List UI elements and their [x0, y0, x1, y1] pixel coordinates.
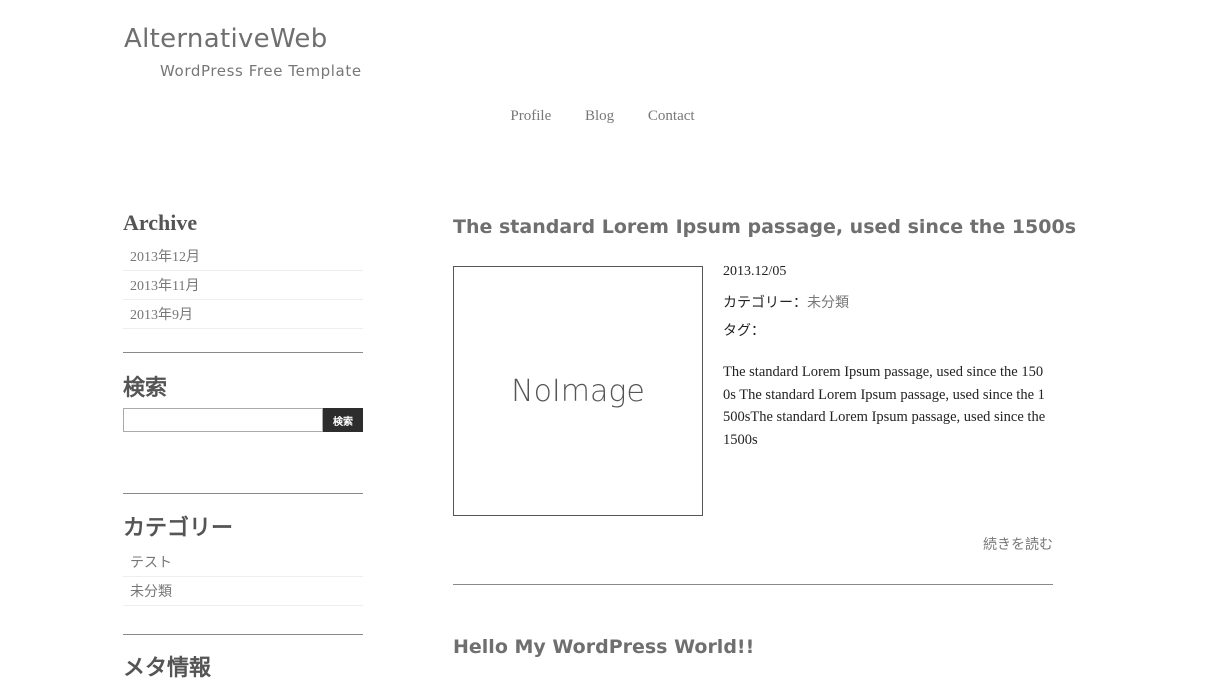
widget-divider: [123, 634, 363, 635]
widget-divider: [123, 493, 363, 494]
archive-item[interactable]: 2013年9月: [123, 300, 363, 329]
post-title[interactable]: Hello My WordPress World!!: [453, 636, 754, 658]
site-description: WordPress Free Template: [160, 62, 362, 80]
category-list: テスト 未分類: [123, 548, 363, 606]
category-widget: カテゴリー テスト 未分類: [123, 510, 363, 606]
widget-divider: [123, 352, 363, 353]
post-category: カテゴリー：未分類: [723, 292, 849, 312]
nav-item-contact[interactable]: Contact: [648, 108, 695, 125]
post-category-link[interactable]: 未分類: [807, 296, 849, 311]
archive-widget: Archive 2013年12月 2013年11月 2013年9月: [123, 210, 363, 329]
post-thumbnail[interactable]: NoImage: [453, 266, 703, 516]
site-title[interactable]: AlternativeWeb: [124, 24, 328, 54]
search-button[interactable]: 検索: [323, 408, 363, 432]
meta-widget: メタ情報: [123, 650, 211, 684]
archive-title: Archive: [123, 210, 198, 235]
post-excerpt: The standard Lorem Ipsum passage, used s…: [723, 364, 1046, 448]
post-tags: タグ：: [723, 324, 765, 339]
thumbnail-placeholder-text: NoImage: [511, 373, 645, 409]
meta-title: メタ情報: [123, 655, 212, 680]
main-nav: Profile Blog Contact: [0, 108, 1205, 125]
nav-item-blog[interactable]: Blog: [585, 108, 614, 125]
post-date: 2013.12/05: [723, 264, 787, 279]
archive-list: 2013年12月 2013年11月 2013年9月: [123, 242, 363, 329]
search-form: 検索: [123, 408, 363, 432]
category-item[interactable]: 未分類: [123, 577, 363, 606]
category-item[interactable]: テスト: [123, 548, 363, 577]
post-divider: [453, 584, 1053, 585]
post-category-label: カテゴリー：: [723, 296, 807, 311]
search-input[interactable]: [123, 408, 323, 432]
archive-item[interactable]: 2013年12月: [123, 242, 363, 271]
search-widget: 検索 検索: [123, 370, 363, 432]
nav-item-profile[interactable]: Profile: [510, 108, 551, 125]
archive-item[interactable]: 2013年11月: [123, 271, 363, 300]
read-more-link[interactable]: 続きを読む: [983, 534, 1053, 554]
search-title: 検索: [123, 375, 168, 400]
category-title: カテゴリー: [123, 515, 234, 540]
post-title[interactable]: The standard Lorem Ipsum passage, used s…: [453, 216, 1076, 238]
